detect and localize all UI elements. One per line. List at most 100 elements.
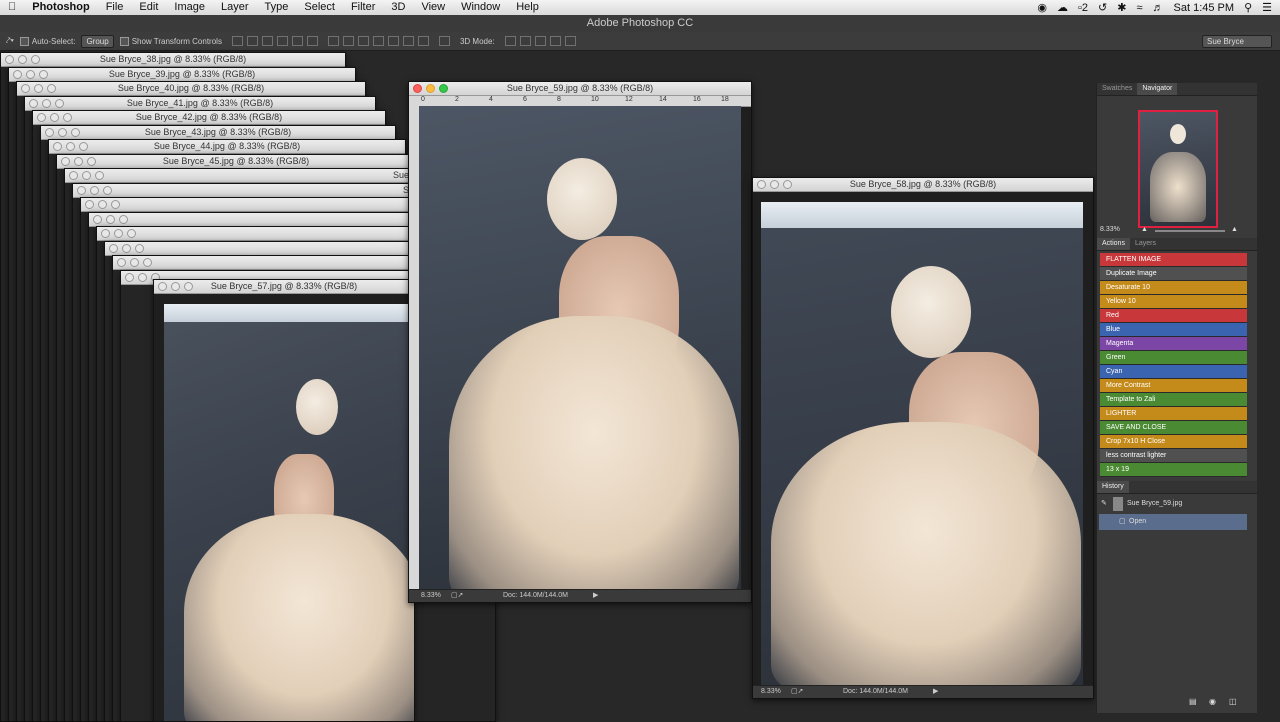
window-titlebar[interactable]: Sue bbox=[81, 198, 445, 212]
photo-canvas[interactable] bbox=[419, 106, 741, 590]
status-icons[interactable]: ▢➚ bbox=[451, 590, 463, 602]
menu-layer[interactable]: Layer bbox=[213, 0, 257, 15]
action-item[interactable]: Desaturate 10 bbox=[1100, 281, 1247, 295]
snapshot-brush-icon[interactable]: ✎ bbox=[1101, 494, 1107, 514]
close-icon[interactable] bbox=[117, 258, 126, 267]
close-icon[interactable] bbox=[125, 273, 134, 282]
menu-edit[interactable]: Edit bbox=[131, 0, 166, 15]
action-item[interactable]: Magenta bbox=[1100, 337, 1247, 351]
minimize-icon[interactable] bbox=[42, 99, 51, 108]
action-item[interactable]: Blue bbox=[1100, 323, 1247, 337]
action-item[interactable]: Cyan bbox=[1100, 365, 1247, 379]
window-titlebar[interactable]: Sue bbox=[89, 213, 455, 227]
document-window-57[interactable]: Sue Bryce_57.jpg @ 8.33% (RGB/8) bbox=[153, 279, 415, 722]
document-window-58[interactable]: Sue Bryce_58.jpg @ 8.33% (RGB/8) 8.33% ▢… bbox=[752, 177, 1094, 699]
zoom-icon[interactable] bbox=[127, 229, 136, 238]
menu-window[interactable]: Window bbox=[453, 0, 508, 15]
workspace-select[interactable]: Sue Bryce bbox=[1202, 35, 1272, 48]
cloud-icon[interactable]: ☁ bbox=[1057, 1, 1068, 14]
history-step-open[interactable]: ▢ Open bbox=[1099, 514, 1247, 530]
zoom-icon[interactable] bbox=[95, 171, 104, 180]
menu-view[interactable]: View bbox=[413, 0, 453, 15]
action-item[interactable]: More Contrast bbox=[1100, 379, 1247, 393]
minimize-icon[interactable] bbox=[58, 128, 67, 137]
close-icon[interactable] bbox=[53, 142, 62, 151]
transform-controls-checkbox[interactable]: Show Transform Controls bbox=[120, 37, 222, 46]
document-window-59[interactable]: Sue Bryce_59.jpg @ 8.33% (RGB/8) 0 2 4 6… bbox=[408, 81, 752, 603]
window-controls[interactable] bbox=[29, 99, 64, 108]
window-controls[interactable] bbox=[45, 128, 80, 137]
minimize-icon[interactable] bbox=[90, 186, 99, 195]
zoom-icon[interactable] bbox=[71, 128, 80, 137]
minimize-icon[interactable] bbox=[114, 229, 123, 238]
close-icon[interactable] bbox=[5, 55, 14, 64]
menu-select[interactable]: Select bbox=[296, 0, 343, 15]
time-machine-icon[interactable]: ↺ bbox=[1098, 1, 1107, 14]
clock[interactable]: Sat 1:45 PM bbox=[1174, 2, 1235, 14]
close-icon[interactable] bbox=[13, 70, 22, 79]
window-controls[interactable] bbox=[109, 244, 144, 253]
window-controls[interactable] bbox=[117, 258, 152, 267]
close-icon[interactable] bbox=[85, 200, 94, 209]
window-controls[interactable] bbox=[158, 282, 193, 291]
menu-help[interactable]: Help bbox=[508, 0, 547, 15]
window-titlebar[interactable]: Sue Bryce_40.jpg @ 8.33% (RGB/8) bbox=[17, 82, 365, 96]
window-titlebar[interactable]: Sue Bryce_58.jpg @ 8.33% (RGB/8) bbox=[753, 178, 1093, 192]
zoom-icon[interactable] bbox=[119, 215, 128, 224]
window-titlebar[interactable]: Sue Bryce_38.jpg @ 8.33% (RGB/8) bbox=[1, 53, 345, 67]
minimize-icon[interactable] bbox=[130, 258, 139, 267]
window-controls[interactable] bbox=[69, 171, 104, 180]
tab-actions[interactable]: Actions bbox=[1097, 238, 1130, 250]
window-controls[interactable] bbox=[13, 70, 48, 79]
notification-center-icon[interactable]: ☰ bbox=[1262, 1, 1272, 14]
action-item[interactable]: Red bbox=[1100, 309, 1247, 323]
window-controls[interactable] bbox=[101, 229, 136, 238]
window-controls[interactable] bbox=[61, 157, 96, 166]
window-titlebar[interactable]: Sue Bryce_59.jpg @ 8.33% (RGB/8) bbox=[409, 82, 751, 96]
menu-file[interactable]: File bbox=[98, 0, 132, 15]
volume-icon[interactable]: ♬ bbox=[1153, 2, 1164, 14]
action-item[interactable]: LIGHTER bbox=[1100, 407, 1247, 421]
close-icon[interactable] bbox=[109, 244, 118, 253]
zoom-icon[interactable] bbox=[79, 142, 88, 151]
close-icon[interactable] bbox=[413, 84, 422, 93]
close-icon[interactable] bbox=[29, 99, 38, 108]
zoom-icon[interactable] bbox=[103, 186, 112, 195]
zoom-icon[interactable] bbox=[143, 258, 152, 267]
zoom-icon[interactable] bbox=[31, 55, 40, 64]
zoom-icon[interactable] bbox=[87, 157, 96, 166]
menu-photoshop[interactable]: Photoshop bbox=[24, 0, 97, 15]
menu-filter[interactable]: Filter bbox=[343, 0, 383, 15]
zoom-level[interactable]: 8.33% bbox=[421, 590, 441, 602]
zoom-icon[interactable] bbox=[47, 84, 56, 93]
minimize-icon[interactable] bbox=[98, 200, 107, 209]
window-controls[interactable] bbox=[37, 113, 72, 122]
zoom-icon[interactable] bbox=[135, 244, 144, 253]
menu-image[interactable]: Image bbox=[166, 0, 213, 15]
window-titlebar[interactable]: Sue Bryce_45.jpg @ 8.33% (RGB/8) bbox=[57, 155, 415, 169]
zoom-icon[interactable] bbox=[783, 180, 792, 189]
zoom-icon[interactable] bbox=[184, 282, 193, 291]
action-item[interactable]: SAVE AND CLOSE bbox=[1100, 421, 1247, 435]
action-item[interactable]: Duplicate Image bbox=[1100, 267, 1247, 281]
close-icon[interactable] bbox=[757, 180, 766, 189]
history-snapshot[interactable]: ✎ Sue Bryce_59.jpg bbox=[1097, 494, 1257, 514]
window-titlebar[interactable]: Sue Bryce_41.jpg @ 8.33% (RGB/8) bbox=[25, 97, 375, 111]
zoom-icon[interactable] bbox=[55, 99, 64, 108]
move-tool-icon[interactable]: ⤤▾ bbox=[6, 36, 14, 46]
action-item[interactable]: Green bbox=[1100, 351, 1247, 365]
window-controls[interactable] bbox=[5, 55, 40, 64]
bluetooth-icon[interactable]: ✱ bbox=[1117, 1, 1126, 14]
window-titlebar[interactable]: Sue Bryce_57.jpg @ 8.33% (RGB/8) bbox=[154, 280, 414, 294]
close-icon[interactable] bbox=[77, 186, 86, 195]
align-icons[interactable] bbox=[228, 36, 450, 46]
window-controls[interactable] bbox=[21, 84, 56, 93]
minimize-icon[interactable] bbox=[82, 171, 91, 180]
minimize-icon[interactable] bbox=[122, 244, 131, 253]
status-menu-arrow-icon[interactable]: ▶ bbox=[933, 686, 938, 698]
window-controls[interactable] bbox=[53, 142, 88, 151]
minimize-icon[interactable] bbox=[770, 180, 779, 189]
navigator-preview[interactable] bbox=[1097, 96, 1257, 224]
zoom-icon[interactable] bbox=[63, 113, 72, 122]
tab-history[interactable]: History bbox=[1097, 481, 1129, 493]
